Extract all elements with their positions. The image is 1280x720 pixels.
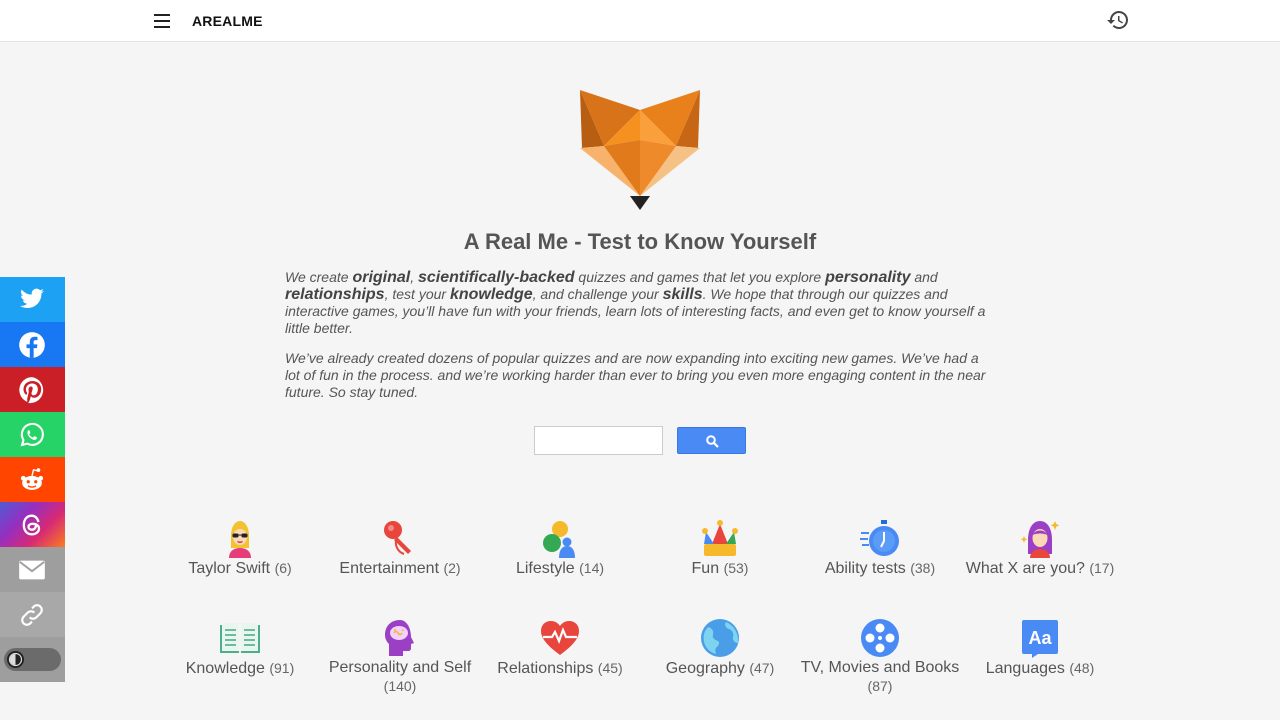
head-brain-icon bbox=[380, 618, 420, 658]
facebook-share-button[interactable] bbox=[0, 322, 65, 367]
category-label: Geography (47) bbox=[665, 660, 775, 677]
facebook-icon bbox=[19, 332, 45, 358]
pinterest-share-button[interactable] bbox=[0, 367, 65, 412]
category-label: Taylor Swift (6) bbox=[188, 560, 292, 577]
svg-text:Aa: Aa bbox=[1028, 628, 1052, 648]
category-label: Personality and Self (140) bbox=[328, 659, 472, 694]
lifestyle-shapes-icon bbox=[540, 518, 580, 558]
search-button[interactable] bbox=[677, 427, 746, 454]
threads-icon bbox=[22, 514, 41, 536]
hamburger-menu-icon[interactable] bbox=[150, 11, 174, 31]
category-label: Lifestyle (14) bbox=[515, 560, 605, 577]
category-label: Languages (48) bbox=[985, 660, 1095, 677]
link-icon bbox=[21, 604, 43, 626]
site-brand[interactable]: AREALME bbox=[192, 13, 263, 29]
intro-paragraph-2: We’ve already created dozens of popular … bbox=[285, 350, 986, 400]
fox-logo-icon bbox=[578, 88, 702, 212]
search-input[interactable] bbox=[534, 426, 663, 455]
jester-hat-icon bbox=[700, 518, 740, 558]
pinterest-icon bbox=[19, 377, 44, 404]
film-reel-icon bbox=[860, 618, 900, 658]
twitter-icon bbox=[20, 288, 44, 308]
category-label: What X are you? (17) bbox=[965, 560, 1115, 577]
whatsapp-icon bbox=[20, 422, 44, 447]
category-label: Relationships (45) bbox=[497, 660, 623, 677]
open-book-icon bbox=[220, 618, 260, 658]
globe-icon bbox=[700, 618, 740, 658]
threads-share-button[interactable] bbox=[0, 502, 65, 547]
reddit-share-button[interactable] bbox=[0, 457, 65, 502]
microphone-icon bbox=[380, 518, 420, 558]
share-sidebar bbox=[0, 277, 65, 682]
copy-link-button[interactable] bbox=[0, 592, 65, 637]
intro-text: We create original, scientifically-backe… bbox=[285, 269, 995, 414]
whatsapp-share-button[interactable] bbox=[0, 412, 65, 457]
princess-icon bbox=[1020, 518, 1060, 558]
twitter-share-button[interactable] bbox=[0, 277, 65, 322]
page-title: A Real Me - Test to Know Yourself bbox=[463, 229, 817, 254]
intro-paragraph-1: We create original, scientifically-backe… bbox=[285, 269, 986, 336]
search-icon bbox=[706, 435, 719, 448]
category-label: Ability tests (38) bbox=[824, 560, 936, 577]
theme-toggle-panel bbox=[0, 637, 65, 682]
heartbeat-icon bbox=[540, 618, 580, 658]
stopwatch-icon bbox=[860, 518, 900, 558]
category-label: Fun (53) bbox=[691, 560, 749, 577]
dark-mode-toggle[interactable] bbox=[4, 648, 61, 671]
language-aa-icon: Aa bbox=[1020, 618, 1060, 658]
top-bar: AREALME bbox=[0, 0, 1280, 42]
taylor-swift-icon bbox=[220, 518, 260, 558]
history-icon[interactable] bbox=[1106, 8, 1130, 32]
category-label: TV, Movies and Books (87) bbox=[800, 659, 960, 694]
category-label: Knowledge (91) bbox=[185, 660, 295, 677]
category-label: Entertainment (2) bbox=[339, 560, 461, 577]
dark-mode-icon bbox=[7, 651, 24, 668]
reddit-icon bbox=[20, 468, 44, 490]
email-share-button[interactable] bbox=[0, 547, 65, 592]
email-icon bbox=[19, 560, 45, 580]
